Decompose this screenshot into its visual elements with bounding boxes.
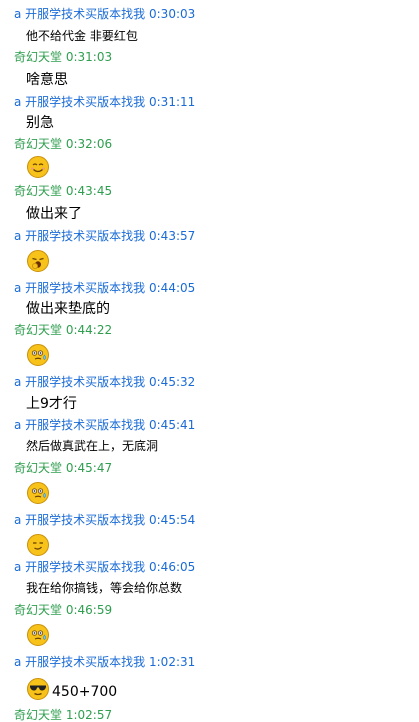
- sender-name[interactable]: a 开服学技术买版本找我: [14, 281, 145, 295]
- message-time: 0:31:11: [149, 95, 196, 109]
- message-time: 0:32:06: [65, 137, 113, 151]
- message-header: a 开服学技术买版本找我 1:02:31: [14, 653, 195, 671]
- message-header: 奇幻天堂 0:43:45: [14, 182, 112, 200]
- message-text: 做出来了: [26, 206, 82, 222]
- sender-name[interactable]: 奇幻天堂: [14, 184, 62, 198]
- message-header: a 开服学技术买版本找我 0:44:05: [14, 279, 195, 297]
- message-header: a 开服学技术买版本找我 0:45:41: [14, 416, 195, 434]
- message-header: 奇幻天堂 0:31:03: [14, 48, 112, 66]
- message-text: 我在给你搞钱，等会给你总数: [26, 581, 183, 595]
- message-header: 奇幻天堂 0:44:22: [14, 321, 112, 339]
- message-time: 0:30:03: [149, 7, 196, 21]
- yawn-icon: [26, 249, 50, 273]
- sender-name[interactable]: a 开服学技术买版本找我: [14, 7, 145, 21]
- chat-log[interactable]: a 开服学技术买版本找我 0:30:03 他不给代金 非要红包奇幻天堂 0:31:…: [0, 0, 419, 722]
- message-time: 0:31:03: [65, 50, 113, 64]
- message-time: 0:46:05: [149, 560, 196, 574]
- message-time: 1:02:57: [65, 708, 113, 722]
- message-time: 0:43:57: [149, 229, 196, 243]
- sender-name[interactable]: a 开服学技术买版本找我: [14, 655, 145, 669]
- message-text: 上9才行: [26, 396, 77, 412]
- message-text: 450+700: [52, 684, 118, 700]
- message-header: a 开服学技术买版本找我 0:31:11: [14, 93, 195, 111]
- message-text: 他不给代金 非要红包: [26, 29, 138, 43]
- sender-name[interactable]: a 开服学技术买版本找我: [14, 560, 145, 574]
- sender-name[interactable]: 奇幻天堂: [14, 461, 62, 475]
- sender-name[interactable]: 奇幻天堂: [14, 50, 62, 64]
- cool-icon: [26, 677, 50, 701]
- message-text: 然后做真武在上，无底洞: [26, 439, 159, 453]
- sender-name[interactable]: a 开服学技术买版本找我: [14, 513, 145, 527]
- message-header: a 开服学技术买版本找我 0:45:32: [14, 373, 195, 391]
- sweat-icon: [26, 623, 50, 647]
- message-header: a 开服学技术买版本找我 0:46:05: [14, 558, 195, 576]
- sender-name[interactable]: a 开服学技术买版本找我: [14, 375, 145, 389]
- sender-name[interactable]: a 开服学技术买版本找我: [14, 95, 145, 109]
- message-header: 奇幻天堂 0:46:59: [14, 601, 112, 619]
- sender-name[interactable]: 奇幻天堂: [14, 137, 62, 151]
- message-header: 奇幻天堂 0:45:47: [14, 459, 112, 477]
- message-time: 1:02:31: [149, 655, 196, 669]
- sweat-icon: [26, 481, 50, 505]
- sender-name[interactable]: 奇幻天堂: [14, 603, 62, 617]
- message-time: 0:43:45: [65, 184, 113, 198]
- smile-icon: [26, 155, 50, 179]
- message-time: 0:45:54: [149, 513, 196, 527]
- sweat-icon: [26, 343, 50, 367]
- message-header: a 开服学技术买版本找我 0:45:54: [14, 511, 195, 529]
- message-header: a 开服学技术买版本找我 0:43:57: [14, 227, 195, 245]
- message-text: 啥意思: [26, 72, 68, 88]
- message-time: 0:44:22: [65, 323, 113, 337]
- message-text: 别急: [26, 115, 54, 131]
- smirk-icon: [26, 533, 50, 557]
- message-time: 0:45:47: [65, 461, 113, 475]
- message-time: 0:45:41: [149, 418, 196, 432]
- message-time: 0:46:59: [65, 603, 113, 617]
- message-content: 450+700: [26, 675, 117, 701]
- message-header: a 开服学技术买版本找我 0:30:03: [14, 5, 195, 23]
- message-header: 奇幻天堂 0:32:06: [14, 135, 112, 153]
- sender-name[interactable]: a 开服学技术买版本找我: [14, 229, 145, 243]
- message-header: 奇幻天堂 1:02:57: [14, 706, 112, 722]
- message-text: 做出来垫底的: [26, 301, 110, 317]
- message-time: 0:44:05: [149, 281, 196, 295]
- sender-name[interactable]: 奇幻天堂: [14, 708, 62, 722]
- sender-name[interactable]: 奇幻天堂: [14, 323, 62, 337]
- sender-name[interactable]: a 开服学技术买版本找我: [14, 418, 145, 432]
- message-time: 0:45:32: [149, 375, 196, 389]
